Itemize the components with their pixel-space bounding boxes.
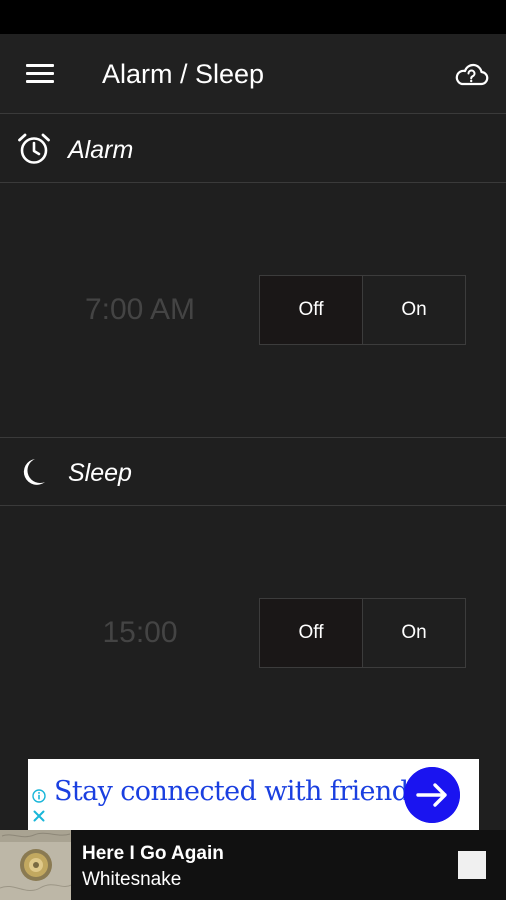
stop-icon[interactable]: [458, 851, 486, 879]
sleep-label: Sleep: [68, 459, 132, 487]
alarm-clock-icon: [18, 133, 50, 164]
album-art[interactable]: [0, 830, 71, 900]
sleep-on-button[interactable]: On: [362, 599, 465, 667]
alarm-time[interactable]: 7:00 AM: [40, 292, 240, 328]
music-player: Here I Go Again Whitesnake: [0, 830, 506, 900]
app-bar: Alarm / Sleep: [0, 34, 506, 114]
cloud-question-icon[interactable]: [453, 62, 489, 88]
hamburger-menu-icon[interactable]: [26, 64, 54, 84]
arrow-right-icon[interactable]: [404, 767, 460, 823]
sleep-section-header: Sleep: [0, 438, 506, 506]
alarm-label: Alarm: [68, 136, 134, 164]
sleep-off-button[interactable]: Off: [260, 599, 362, 667]
alarm-section-body: 7:00 AM Off On: [0, 183, 506, 438]
sleep-section-body: 15:00 Off On: [0, 506, 506, 759]
ad-banner[interactable]: Stay connected with friends: [28, 759, 479, 830]
alarm-on-button[interactable]: On: [362, 276, 465, 344]
page-title: Alarm / Sleep: [102, 59, 265, 89]
track-artist: Whitesnake: [82, 869, 182, 890]
alarm-off-button[interactable]: Off: [260, 276, 362, 344]
track-title: Here I Go Again: [82, 843, 224, 864]
alarm-toggle: Off On: [259, 275, 466, 345]
sleep-time[interactable]: 15:00: [40, 615, 240, 651]
moon-icon: [23, 459, 45, 485]
close-icon[interactable]: [33, 810, 45, 822]
status-bar: [0, 0, 506, 34]
ad-text[interactable]: Stay connected with friends: [54, 775, 422, 809]
info-icon[interactable]: [32, 789, 46, 803]
alarm-section-header: Alarm: [0, 115, 506, 183]
sleep-toggle: Off On: [259, 598, 466, 668]
